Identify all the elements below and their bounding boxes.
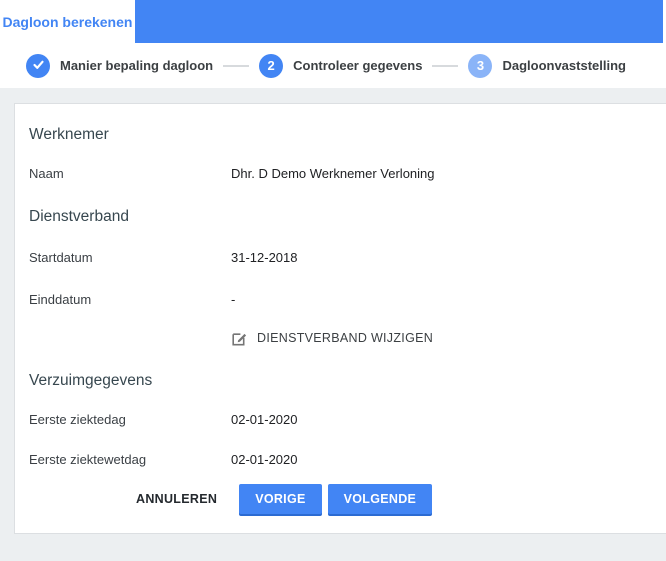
step-2-circle: 2: [259, 53, 284, 78]
field-label: Eerste ziektedag: [29, 411, 126, 427]
volgende-button[interactable]: VOLGENDE: [327, 484, 433, 514]
step-1-label: Manier bepaling dagloon: [60, 58, 214, 73]
field-value: -: [231, 291, 236, 307]
wizard-card: Werknemer Naam Dhr. D Demo Werknemer Ver…: [14, 103, 666, 534]
tab-dagloon-berekenen[interactable]: Dagloon berekenen: [0, 0, 135, 43]
step-3-circle: 3: [468, 53, 493, 78]
section-title-werknemer: Werknemer: [29, 126, 109, 143]
step-1-circle: [26, 53, 50, 78]
step-connector: [432, 64, 459, 67]
step-3-label: Dagloonvaststelling: [502, 58, 626, 73]
page-background: Werknemer Naam Dhr. D Demo Werknemer Ver…: [0, 88, 666, 561]
field-value: 02-01-2020: [231, 451, 298, 467]
field-value: Dhr. D Demo Werknemer Verloning: [231, 165, 435, 181]
field-row-einddatum: Einddatum -: [29, 290, 646, 308]
wizard-stepper: Manier bepaling dagloon 2 Controleer geg…: [0, 43, 666, 88]
field-row-eerste-ziektedag: Eerste ziektedag 02-01-2020: [29, 410, 646, 428]
check-icon: [32, 58, 45, 74]
field-row-eerste-ziektewetdag: Eerste ziektewetdag 02-01-2020: [29, 450, 646, 468]
step-controleer-gegevens[interactable]: 2 Controleer gegevens: [259, 53, 423, 78]
section-title-dienstverband: Dienstverband: [29, 208, 129, 225]
step-connector: [223, 64, 250, 67]
annuleren-button[interactable]: ANNULEREN: [136, 492, 227, 506]
field-label: Naam: [29, 165, 64, 181]
field-value: 02-01-2020: [231, 411, 298, 427]
field-row-startdatum: Startdatum 31-12-2018: [29, 248, 646, 266]
section-title-verzuimgegevens: Verzuimgegevens: [29, 372, 153, 389]
tab-bar: Dagloon berekenen: [0, 0, 666, 43]
field-row-naam: Naam Dhr. D Demo Werknemer Verloning: [29, 164, 646, 182]
field-label: Eerste ziektewetdag: [29, 451, 147, 467]
step-2-label: Controleer gegevens: [293, 58, 423, 73]
step-manier-bepaling-dagloon[interactable]: Manier bepaling dagloon: [26, 53, 214, 78]
step-dagloonvaststelling[interactable]: 3 Dagloonvaststelling: [468, 53, 626, 78]
button-row: ANNULEREN VORIGE VOLGENDE: [136, 484, 646, 514]
field-label: Einddatum: [29, 291, 92, 307]
edit-icon: [231, 330, 248, 347]
dienstverband-wijzigen-button[interactable]: DIENSTVERBAND WIJZIGEN: [231, 328, 646, 348]
field-value: 31-12-2018: [231, 249, 298, 265]
field-label: Startdatum: [29, 249, 93, 265]
vorige-button[interactable]: VORIGE: [239, 484, 322, 514]
header-blue-bar: [135, 0, 663, 43]
action-label: DIENSTVERBAND WIJZIGEN: [257, 331, 434, 345]
